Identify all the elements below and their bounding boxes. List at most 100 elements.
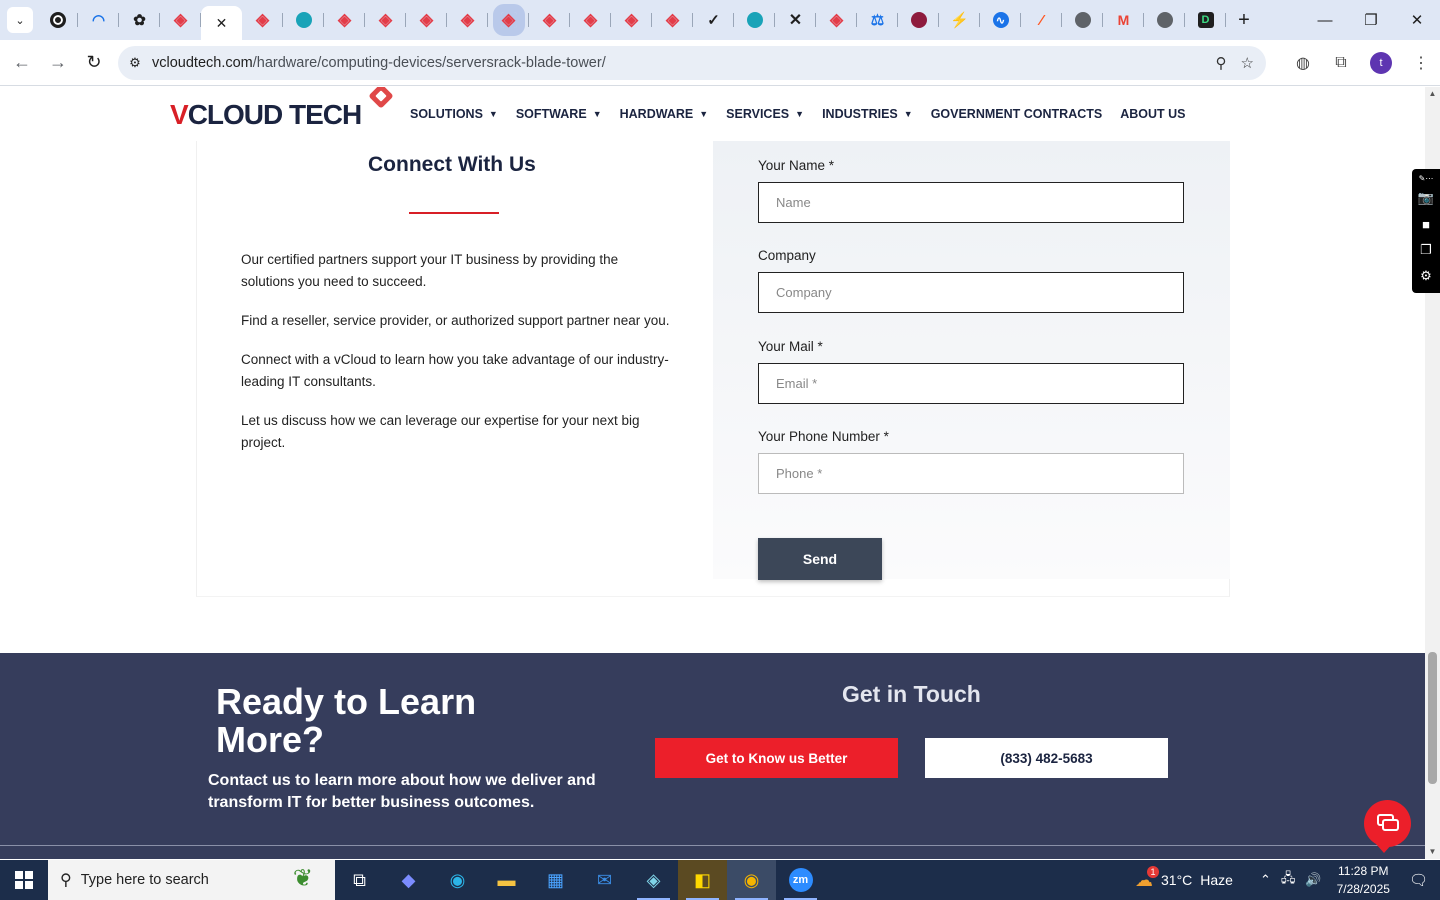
camera-icon[interactable]: 📷 bbox=[1413, 185, 1439, 211]
network-icon[interactable]: 🖧 bbox=[1281, 869, 1296, 891]
weather-widget[interactable]: ☁ 1 31°C Haze bbox=[1135, 865, 1233, 891]
mail-icon[interactable]: ✉ bbox=[580, 860, 629, 900]
tab-search-button[interactable]: ⌄ bbox=[7, 7, 33, 33]
edge-icon[interactable]: ◉ bbox=[433, 860, 482, 900]
zoom-app-icon[interactable]: zm bbox=[776, 860, 825, 900]
connect-title: Connect With Us bbox=[368, 153, 536, 176]
taskbar-search[interactable]: ⚲ Type here to search ❦ bbox=[48, 860, 335, 900]
send-button[interactable]: Send bbox=[758, 538, 882, 580]
reload-button[interactable]: ↻ bbox=[76, 45, 112, 81]
tab[interactable] bbox=[1062, 4, 1103, 36]
sticky-notes-icon[interactable]: ◧ bbox=[678, 860, 727, 900]
tab[interactable]: ⁄ bbox=[1021, 4, 1062, 36]
name-input[interactable] bbox=[758, 182, 1184, 223]
translate-icon[interactable]: ◍ bbox=[1284, 53, 1322, 73]
tab[interactable]: ◈ bbox=[160, 4, 201, 36]
url-path: /hardware/computing-devices/serversrack-… bbox=[252, 55, 606, 71]
app-running-icon[interactable]: ◈ bbox=[629, 860, 678, 900]
email-input[interactable] bbox=[758, 363, 1184, 404]
grip-icon[interactable]: ✎⋯ bbox=[1413, 171, 1439, 185]
chat-widget-button[interactable] bbox=[1364, 800, 1411, 853]
new-tab-button[interactable]: + bbox=[1230, 6, 1258, 34]
tab[interactable]: ◈ bbox=[652, 4, 693, 36]
tab[interactable]: D bbox=[1185, 4, 1226, 36]
diamond-icon: ◈ bbox=[583, 10, 598, 29]
company-input[interactable] bbox=[758, 272, 1184, 313]
tab-active[interactable]: ✕ bbox=[201, 6, 242, 40]
tab[interactable]: ◈ bbox=[365, 4, 406, 36]
store-icon[interactable]: ▦ bbox=[531, 860, 580, 900]
nav-item-solutions[interactable]: SOLUTIONS ▼ bbox=[410, 107, 498, 121]
phone-input[interactable] bbox=[758, 453, 1184, 494]
bookmark-star-icon[interactable]: ☆ bbox=[1241, 54, 1254, 72]
volume-icon[interactable]: 🔊 bbox=[1305, 872, 1321, 888]
tab[interactable] bbox=[898, 4, 939, 36]
bolt-icon: ⚡ bbox=[950, 12, 969, 29]
windows-icon[interactable]: ❐ bbox=[1413, 237, 1439, 263]
close-icon[interactable]: ✕ bbox=[216, 15, 228, 32]
tab[interactable]: ◈ bbox=[488, 4, 529, 36]
url-text[interactable]: vcloudtech.com/hardware/computing-device… bbox=[152, 55, 606, 71]
nav-item-government-contracts[interactable]: GOVERNMENT CONTRACTS bbox=[931, 107, 1103, 121]
nav-item-software[interactable]: SOFTWARE ▼ bbox=[516, 107, 602, 121]
tab[interactable]: ⚡ bbox=[939, 4, 980, 36]
tab[interactable]: ✓ bbox=[693, 4, 734, 36]
tab[interactable]: ✕ bbox=[775, 4, 816, 36]
tab[interactable]: ∿ bbox=[980, 4, 1021, 36]
checkmark-icon: ✓ bbox=[707, 12, 720, 29]
start-button[interactable] bbox=[0, 860, 48, 900]
copilot-icon[interactable]: ◆ bbox=[384, 860, 433, 900]
extensions-icon[interactable]: ⧉ bbox=[1322, 54, 1360, 72]
notification-icon[interactable]: 🗨 bbox=[1409, 871, 1428, 889]
tab[interactable] bbox=[37, 4, 78, 36]
tab[interactable]: ◈ bbox=[406, 4, 447, 36]
profile-avatar[interactable]: t bbox=[1370, 52, 1392, 74]
gear-icon[interactable]: ⚙ bbox=[1413, 263, 1439, 289]
video-icon[interactable]: ■ bbox=[1413, 211, 1439, 237]
caret-down-icon: ▼ bbox=[903, 109, 913, 119]
close-window-button[interactable]: ✕ bbox=[1394, 0, 1440, 40]
scroll-down-icon[interactable]: ▼ bbox=[1425, 845, 1440, 859]
tab[interactable]: ◈ bbox=[242, 4, 283, 36]
diamond-icon: ◈ bbox=[829, 10, 844, 29]
site-info-icon[interactable]: ⚙ bbox=[118, 55, 152, 71]
tab[interactable] bbox=[734, 4, 775, 36]
get-to-know-button[interactable]: Get to Know us Better bbox=[655, 738, 898, 778]
tab[interactable]: M bbox=[1103, 4, 1144, 36]
nav-item-industries[interactable]: INDUSTRIES ▼ bbox=[822, 107, 913, 121]
address-bar[interactable]: ⚙ vcloudtech.com/hardware/computing-devi… bbox=[118, 46, 1266, 80]
back-button[interactable]: ← bbox=[4, 45, 40, 81]
tab[interactable] bbox=[283, 4, 324, 36]
tab[interactable] bbox=[1144, 4, 1185, 36]
chrome-icon[interactable]: ◉ bbox=[727, 860, 776, 900]
site-logo[interactable]: VCLOUD TECH bbox=[170, 99, 362, 131]
tab[interactable]: ◈ bbox=[816, 4, 857, 36]
scroll-up-icon[interactable]: ▲ bbox=[1425, 87, 1440, 101]
clock[interactable]: 11:28 PM 7/28/2025 bbox=[1337, 862, 1390, 898]
tab[interactable]: ⚖ bbox=[857, 4, 898, 36]
tab[interactable]: ◈ bbox=[529, 4, 570, 36]
file-explorer-icon[interactable]: ▬ bbox=[482, 860, 531, 900]
minimize-button[interactable]: — bbox=[1302, 0, 1348, 40]
tab[interactable]: ◈ bbox=[324, 4, 365, 36]
phone-button[interactable]: (833) 482-5683 bbox=[925, 738, 1168, 778]
tab[interactable]: ✿ bbox=[119, 4, 160, 36]
nav-item-about-us[interactable]: ABOUT US bbox=[1120, 107, 1185, 121]
system-tray: ☁ 1 31°C Haze ⌃ 🖧 🔊 11:28 PM 7/28/2025 🗨 bbox=[1135, 860, 1440, 900]
diamond-icon: ◈ bbox=[542, 10, 557, 29]
menu-kebab-icon[interactable]: ⋮ bbox=[1402, 53, 1440, 73]
tab[interactable]: ◠ bbox=[78, 4, 119, 36]
forward-button[interactable]: → bbox=[40, 45, 76, 81]
nav-item-hardware[interactable]: HARDWARE ▼ bbox=[620, 107, 709, 121]
tab[interactable]: ◈ bbox=[611, 4, 652, 36]
restore-button[interactable]: ❐ bbox=[1348, 0, 1394, 40]
chevron-up-icon[interactable]: ⌃ bbox=[1260, 872, 1271, 888]
scale-icon: ⚖ bbox=[870, 12, 885, 29]
scrollbar-thumb[interactable] bbox=[1428, 652, 1437, 784]
task-view-icon[interactable]: ⧉ bbox=[335, 860, 384, 900]
tab[interactable]: ◈ bbox=[447, 4, 488, 36]
nav-item-services[interactable]: SERVICES ▼ bbox=[726, 107, 804, 121]
slash-icon: ⁄ bbox=[1040, 11, 1043, 29]
tab[interactable]: ◈ bbox=[570, 4, 611, 36]
zoom-icon[interactable]: ⚲ bbox=[1216, 54, 1227, 72]
